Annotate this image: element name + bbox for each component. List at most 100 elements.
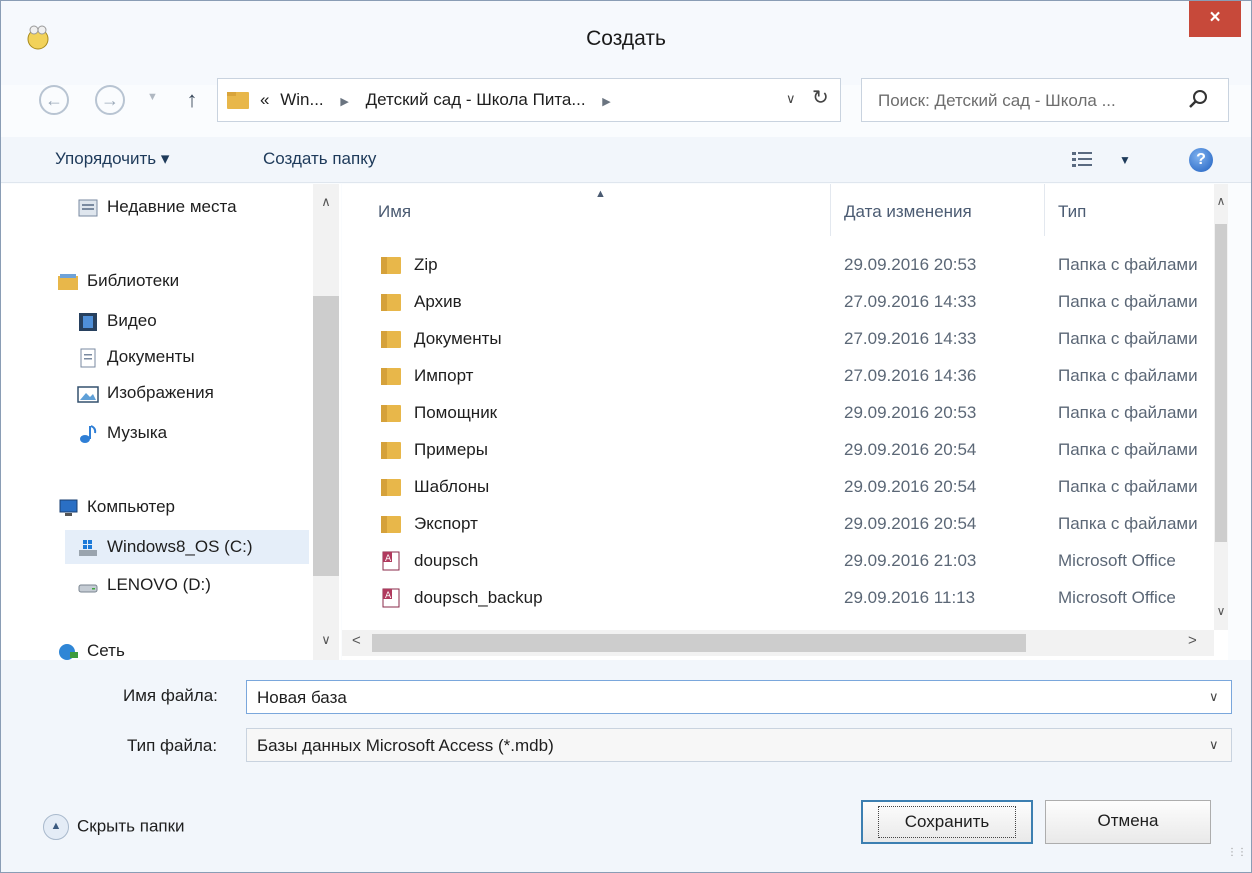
search-icon[interactable] <box>1188 88 1210 110</box>
new-folder-button[interactable]: Создать папку <box>263 149 376 169</box>
folder-icon <box>381 257 401 274</box>
chevron-right-icon[interactable]: ▶ <box>340 96 348 108</box>
view-chevron-down-icon[interactable]: ▼ <box>1119 153 1131 167</box>
view-options-icon[interactable] <box>1071 151 1093 169</box>
file-name: Примеры <box>414 440 488 459</box>
filetype-label: Тип файла: <box>127 736 218 755</box>
scroll-down-chevron-icon[interactable]: ∨ <box>313 632 339 648</box>
computer-icon <box>59 499 78 516</box>
table-row[interactable]: Импорт 27.09.2016 14:36 Папка с файлами <box>342 357 1214 394</box>
column-divider[interactable] <box>830 184 831 236</box>
nav-item-computer[interactable]: Компьютер <box>57 490 175 524</box>
filename-input[interactable]: Новая база ∨ <box>246 680 1232 714</box>
scroll-left-chevron-icon[interactable]: < <box>352 632 361 649</box>
search-input[interactable]: Поиск: Детский сад - Школа ... <box>861 78 1229 122</box>
table-row[interactable]: Документы 27.09.2016 14:33 Папка с файлами <box>342 320 1214 357</box>
file-type: Microsoft Office <box>1058 588 1176 607</box>
nav-item-images[interactable]: Изображения <box>77 376 214 410</box>
address-bar[interactable]: « Win... ▶ Детский сад - Школа Пита... ▶… <box>217 78 841 122</box>
nav-item-libraries[interactable]: Библиотеки <box>57 264 179 298</box>
resize-grip-icon[interactable]: ⋮⋮ <box>1227 848 1247 864</box>
nav-item-music[interactable]: Музыка <box>77 416 167 450</box>
folder-icon <box>381 294 401 311</box>
file-list: ▲ Имя Дата изменения Тип Zip 29.09.2016 2… <box>342 184 1228 660</box>
video-icon <box>79 312 97 331</box>
nav-item-network[interactable]: Сеть <box>57 634 125 660</box>
file-type: Папка с файлами <box>1058 255 1198 274</box>
file-name: doupsch <box>414 551 479 570</box>
help-icon[interactable]: ? <box>1189 148 1213 172</box>
chevron-right-icon[interactable]: ▶ <box>602 96 610 108</box>
scrollbar-thumb[interactable] <box>1215 224 1227 542</box>
folder-icon <box>381 331 401 348</box>
chevron-down-icon[interactable]: ∨ <box>1209 737 1219 753</box>
file-name: doupsch_backup <box>414 588 543 607</box>
column-header-date[interactable]: Дата изменения <box>844 202 972 222</box>
recent-locations-chevron-icon[interactable]: ▼ <box>147 91 158 103</box>
table-row[interactable]: Архив 27.09.2016 14:33 Папка с файлами <box>342 283 1214 320</box>
file-list-horizontal-scrollbar[interactable]: < > <box>342 630 1214 656</box>
scroll-up-chevron-icon[interactable]: ∧ <box>1214 194 1228 208</box>
file-date: 29.09.2016 11:13 <box>844 588 976 607</box>
scroll-down-chevron-icon[interactable]: ∨ <box>1214 604 1228 618</box>
hide-folders-button[interactable]: ▲ Скрыть папки <box>43 814 185 840</box>
close-button[interactable]: × <box>1189 1 1241 37</box>
libraries-icon <box>58 273 78 290</box>
filetype-select[interactable]: Базы данных Microsoft Access (*.mdb) ∨ <box>246 728 1232 762</box>
scrollbar-thumb[interactable] <box>313 296 339 576</box>
sort-ascending-icon: ▲ <box>595 188 606 200</box>
nav-item-documents[interactable]: Документы <box>77 340 195 374</box>
scroll-up-chevron-icon[interactable]: ∧ <box>313 194 339 210</box>
scrollbar-thumb[interactable] <box>372 634 1026 652</box>
breadcrumb: « Win... ▶ Детский сад - Школа Пита... ▶ <box>260 90 623 110</box>
column-header-name[interactable]: Имя <box>378 202 411 222</box>
back-button[interactable]: ← <box>39 85 69 115</box>
file-type: Папка с файлами <box>1058 477 1198 496</box>
file-name: Документы <box>414 329 502 348</box>
column-header-type[interactable]: Тип <box>1058 202 1086 222</box>
navigation-pane: Недавние места Библиотеки Видео Документ… <box>1 184 341 660</box>
table-row[interactable]: Помощник 29.09.2016 20:53 Папка с файлами <box>342 394 1214 431</box>
column-divider[interactable] <box>1044 184 1045 236</box>
arrow-up-icon: ↑ <box>186 87 198 112</box>
table-row[interactable]: Adoupsch 29.09.2016 21:03 Microsoft Office <box>342 542 1214 579</box>
save-button[interactable]: Сохранить <box>861 800 1033 844</box>
table-row[interactable]: Шаблоны 29.09.2016 20:54 Папка с файлами <box>342 468 1214 505</box>
filetype-value: Базы данных Microsoft Access (*.mdb) <box>257 736 554 755</box>
table-row[interactable]: Zip 29.09.2016 20:53 Папка с файлами <box>342 246 1214 283</box>
documents-icon <box>80 348 96 368</box>
file-date: 27.09.2016 14:33 <box>844 292 977 311</box>
nav-item-video[interactable]: Видео <box>77 304 157 338</box>
breadcrumb-drive[interactable]: Win... <box>280 90 323 109</box>
search-placeholder: Поиск: Детский сад - Школа ... <box>878 91 1116 110</box>
nav-item-drive-d[interactable]: LENOVO (D:) <box>77 568 211 602</box>
table-row[interactable]: Примеры 29.09.2016 20:54 Папка с файлами <box>342 431 1214 468</box>
command-bar: Упорядочить ▾ Создать папку ▼ ? <box>1 137 1251 183</box>
organize-menu[interactable]: Упорядочить ▾ <box>55 149 169 169</box>
folder-icon <box>381 516 401 533</box>
folder-icon <box>381 479 401 496</box>
file-list-vertical-scrollbar[interactable]: ∧ ∨ <box>1214 184 1228 630</box>
breadcrumb-overflow[interactable]: « <box>260 90 269 109</box>
filename-label: Имя файла: <box>123 686 218 705</box>
cancel-button[interactable]: Отмена <box>1045 800 1211 844</box>
forward-button[interactable]: → <box>95 85 125 115</box>
nav-pane-scrollbar[interactable]: ∧ ∨ <box>313 184 339 660</box>
save-form: Имя файла: Новая база ∨ Тип файла: Базы … <box>1 660 1251 872</box>
nav-item-recent[interactable]: Недавние места <box>77 190 237 224</box>
breadcrumb-current-folder[interactable]: Детский сад - Школа Пита... <box>366 90 586 109</box>
file-type: Папка с файлами <box>1058 366 1198 385</box>
refresh-icon[interactable]: ↻ <box>812 85 829 110</box>
save-dialog: Создать × ← → ▼ ↑ « Win... ▶ Детский сад… <box>0 0 1252 873</box>
file-type: Папка с файлами <box>1058 514 1198 533</box>
scroll-right-chevron-icon[interactable]: > <box>1188 632 1197 649</box>
table-row[interactable]: Adoupsch_backup 29.09.2016 11:13 Microsoft… <box>342 579 1214 616</box>
nav-item-drive-c[interactable]: Windows8_OS (C:) <box>65 530 309 564</box>
recent-places-icon <box>78 199 98 217</box>
drive-icon <box>78 584 98 593</box>
up-button[interactable]: ↑ <box>180 85 204 115</box>
folder-icon <box>381 405 401 422</box>
chevron-down-icon[interactable]: ∨ <box>1209 689 1219 705</box>
address-history-chevron-icon[interactable]: ∨ <box>786 91 796 107</box>
table-row[interactable]: Экспорт 29.09.2016 20:54 Папка с файлами <box>342 505 1214 542</box>
